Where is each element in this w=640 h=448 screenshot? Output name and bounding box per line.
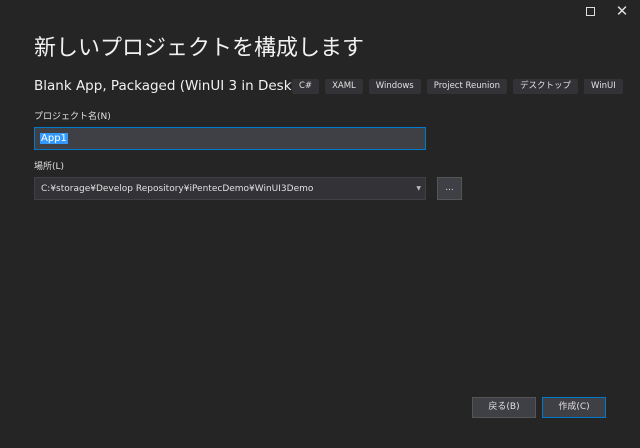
tag: C#: [292, 79, 320, 94]
tag: Windows: [368, 79, 421, 94]
project-name-value: App1: [40, 133, 68, 144]
browse-button[interactable]: ...: [437, 177, 462, 200]
back-button[interactable]: 戻る(B): [472, 397, 536, 418]
project-name-input[interactable]: App1: [34, 127, 426, 150]
tag: Project Reunion: [426, 79, 507, 94]
template-tags: C# XAML Windows Project Reunion デスクトップ W…: [292, 79, 623, 94]
tag: デスクトップ: [513, 79, 579, 94]
create-button[interactable]: 作成(C): [542, 397, 606, 418]
tag: XAML: [325, 79, 363, 94]
location-label: 場所(L): [34, 162, 65, 172]
tag: WinUI: [584, 79, 623, 94]
chevron-down-icon[interactable]: ▼: [416, 185, 421, 192]
location-value: C:¥storage¥Develop Repository¥iPentecDem…: [41, 183, 314, 194]
page-title: 新しいプロジェクトを構成します: [34, 36, 365, 61]
close-button[interactable]: ✕: [614, 2, 630, 20]
template-name: Blank App, Packaged (WinUI 3 in Desktop): [34, 78, 319, 94]
maximize-icon: [585, 6, 595, 16]
project-name-label: プロジェクト名(N): [34, 112, 111, 122]
location-combobox[interactable]: C:¥storage¥Develop Repository¥iPentecDem…: [34, 177, 426, 200]
maximize-button[interactable]: [583, 4, 597, 18]
